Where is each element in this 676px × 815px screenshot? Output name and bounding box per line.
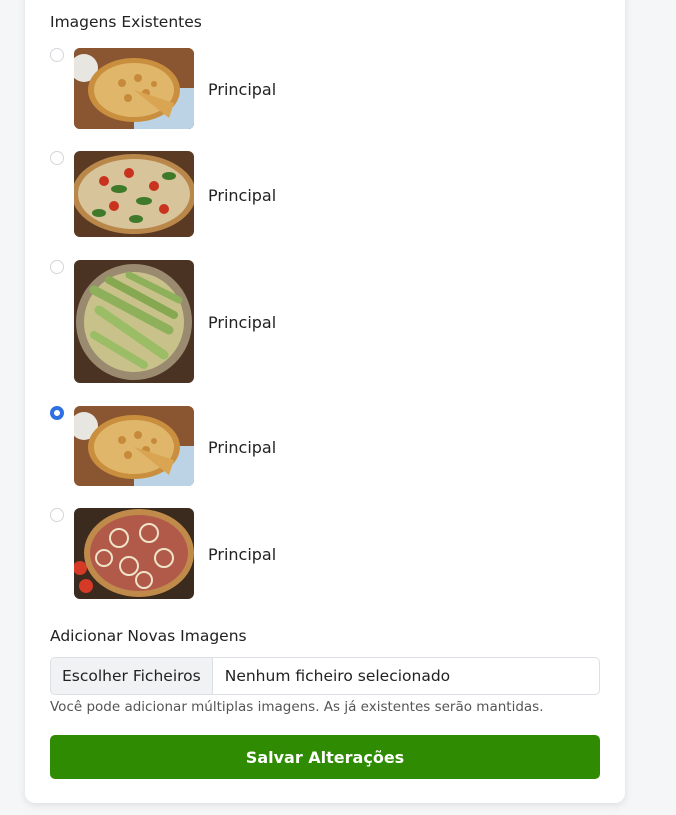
- image-caption: Principal: [208, 80, 277, 99]
- existing-images-heading: Imagens Existentes: [50, 13, 202, 31]
- pizza-photo-icon: [74, 151, 194, 237]
- file-upload-input[interactable]: Escolher Ficheiros Nenhum ficheiro selec…: [50, 657, 600, 695]
- image-select-radio[interactable]: [50, 48, 64, 62]
- image-caption: Principal: [208, 545, 277, 564]
- existing-image-item: Principal: [50, 508, 600, 600]
- image-select-radio[interactable]: [50, 151, 64, 165]
- pizza-photo-thumbnail: [74, 48, 194, 129]
- existing-image-item: Principal: [50, 48, 600, 130]
- pizza-photo-icon: [74, 48, 194, 129]
- image-select-radio[interactable]: [50, 508, 64, 522]
- pizza-photo-icon: [74, 406, 194, 486]
- pizza-photo-icon: [74, 260, 194, 383]
- image-caption: Principal: [208, 186, 277, 205]
- save-changes-button[interactable]: Salvar Alterações: [50, 735, 600, 779]
- image-caption: Principal: [208, 313, 277, 332]
- existing-image-item: Principal: [50, 260, 600, 384]
- existing-image-item: Principal: [50, 406, 600, 486]
- choose-files-button[interactable]: Escolher Ficheiros: [51, 658, 213, 694]
- pizza-photo-thumbnail: [74, 151, 194, 237]
- existing-image-item: Principal: [50, 151, 600, 239]
- pizza-photo-thumbnail: [74, 508, 194, 599]
- image-select-radio[interactable]: [50, 406, 64, 420]
- pizza-photo-thumbnail: [74, 406, 194, 486]
- upload-hint: Você pode adicionar múltiplas imagens. A…: [50, 699, 544, 715]
- file-selection-status: Nenhum ficheiro selecionado: [224, 667, 451, 685]
- pizza-photo-icon: [74, 508, 194, 599]
- image-select-radio[interactable]: [50, 260, 64, 274]
- pizza-photo-thumbnail: [74, 260, 194, 383]
- add-images-heading: Adicionar Novas Imagens: [50, 627, 247, 645]
- image-caption: Principal: [208, 438, 277, 457]
